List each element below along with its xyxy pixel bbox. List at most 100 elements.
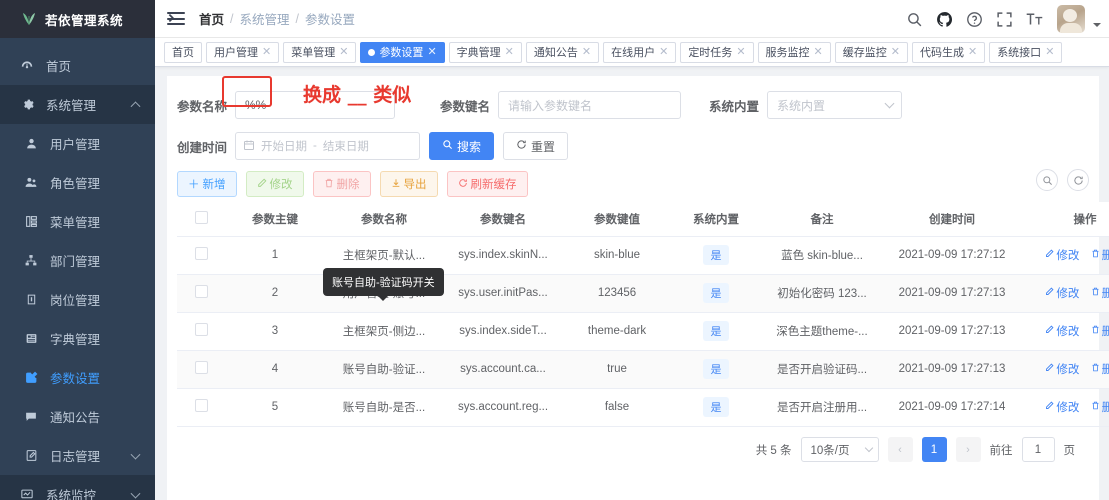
builtin-select[interactable]: 系统内置 — [767, 91, 903, 119]
sidebar-item-user-management[interactable]: 用户管理 — [0, 124, 155, 163]
breadcrumb-item-home[interactable]: 首页 — [199, 9, 224, 28]
page-size-select[interactable]: 10条/页 — [800, 437, 879, 462]
tag-user-management[interactable]: 用户管理 ✕ — [206, 41, 280, 63]
question-help-icon[interactable] — [966, 11, 983, 28]
github-icon[interactable] — [936, 11, 953, 28]
sidebar-item-dict-management[interactable]: 字典管理 — [0, 319, 155, 358]
close-icon[interactable]: ✕ — [891, 46, 900, 58]
font-size-icon[interactable] — [1026, 11, 1044, 27]
row-delete-label: 删除 — [1102, 247, 1109, 263]
export-button[interactable]: 导出 — [379, 171, 438, 197]
table-row[interactable]: 2 用户管理-账号... sys.user.initPas... 123456 … — [177, 274, 1109, 313]
reset-button[interactable]: 重置 — [503, 132, 569, 160]
row-checkbox[interactable] — [194, 323, 208, 336]
next-page-button[interactable]: › — [955, 437, 981, 462]
cell-builtin: 是 — [671, 312, 761, 351]
tag-code-generation[interactable]: 代码生成 ✕ — [911, 41, 986, 63]
close-icon[interactable]: ✕ — [1045, 46, 1054, 58]
sidebar-item-dept-management[interactable]: 部门管理 — [0, 241, 155, 280]
tag-menu-management[interactable]: 菜单管理 ✕ — [283, 41, 357, 63]
table-row[interactable]: 4 账号自助-验证... sys.account.ca... true 是 是否… — [177, 350, 1109, 389]
close-icon[interactable]: ✕ — [262, 46, 271, 58]
add-button[interactable]: ＋ 新增 — [177, 171, 237, 197]
message-icon — [22, 410, 40, 423]
fullscreen-icon[interactable] — [996, 11, 1013, 28]
row-delete-link[interactable]: 删除 — [1091, 323, 1109, 339]
sidebar-item-role-management[interactable]: 角色管理 — [0, 163, 155, 202]
close-icon[interactable]: ✕ — [736, 46, 745, 58]
sidebar-item-log-management[interactable]: 日志管理 — [0, 436, 155, 475]
row-checkbox[interactable] — [194, 399, 208, 412]
page-number-1[interactable]: 1 — [921, 437, 947, 462]
row-delete-link[interactable]: 删除 — [1091, 361, 1109, 377]
close-icon[interactable]: ✕ — [505, 46, 514, 58]
breadcrumb-item-param-settings[interactable]: 参数设置 — [305, 9, 355, 28]
sidebar-item-menu-management[interactable]: 菜单管理 — [0, 202, 155, 241]
sidebar-item-home[interactable]: 首页 — [0, 46, 155, 85]
hamburger-collapse-icon[interactable] — [165, 12, 185, 25]
close-icon[interactable]: ✕ — [582, 46, 591, 58]
cell-value: skin-blue — [563, 236, 671, 275]
user-icon — [22, 137, 40, 150]
sitemap-icon — [22, 254, 40, 267]
refresh-cache-button[interactable]: 刷新缓存 — [446, 171, 528, 197]
refresh-cache-button-label: 刷新缓存 — [470, 179, 517, 191]
search-icon[interactable] — [1036, 169, 1058, 191]
breadcrumb-item-system[interactable]: 系统管理 — [240, 9, 290, 28]
sidebar-item-system-monitor[interactable]: 系统监控 — [0, 475, 155, 500]
tag-home[interactable]: 首页 — [164, 41, 202, 63]
tag-scheduled-tasks[interactable]: 定时任务 ✕ — [680, 41, 754, 63]
row-delete-link[interactable]: 删除 — [1091, 247, 1109, 263]
close-icon[interactable]: ✕ — [339, 46, 348, 58]
tag-label: 用户管理 — [214, 47, 258, 59]
user-avatar[interactable] — [1057, 5, 1085, 33]
row-delete-link[interactable]: 删除 — [1091, 399, 1109, 415]
cell-operations: 修改 删除 — [1021, 236, 1109, 275]
table-row[interactable]: 5 账号自助-是否... sys.account.reg... false 是 … — [177, 388, 1109, 427]
search-icon[interactable] — [906, 11, 923, 28]
refresh-icon[interactable] — [1067, 169, 1089, 191]
row-edit-link[interactable]: 修改 — [1045, 247, 1079, 263]
row-edit-link[interactable]: 修改 — [1045, 361, 1079, 377]
row-delete-link[interactable]: 删除 — [1091, 285, 1109, 301]
tag-online-users[interactable]: 在线用户 ✕ — [603, 41, 677, 63]
sidebar-item-system-management[interactable]: 系统管理 — [0, 85, 155, 124]
sidebar-item-post-management[interactable]: 岗位管理 — [0, 280, 155, 319]
row-edit-link[interactable]: 修改 — [1045, 399, 1079, 415]
table-row[interactable]: 3 主框架页-侧边... sys.index.sideT... theme-da… — [177, 312, 1109, 351]
create-time-daterange[interactable]: 开始日期 - 结束日期 — [235, 132, 421, 160]
close-icon[interactable]: ✕ — [659, 46, 668, 58]
search-button[interactable]: 搜索 — [429, 132, 495, 160]
tag-notice[interactable]: 通知公告 ✕ — [525, 41, 600, 63]
chevron-down-icon[interactable] — [1093, 23, 1101, 27]
row-checkbox[interactable] — [194, 247, 208, 260]
sidebar-logo[interactable]: 若依管理系统 — [0, 0, 155, 38]
row-edit-link[interactable]: 修改 — [1045, 285, 1079, 301]
tag-label: 参数设置 — [379, 47, 424, 59]
delete-button[interactable]: 删除 — [312, 171, 371, 197]
chevron-down-icon — [130, 488, 141, 499]
cell-created: 2021-09-09 17:27:13 — [883, 350, 1021, 389]
param-name-input[interactable]: %% — [235, 91, 396, 119]
close-icon[interactable]: ✕ — [968, 46, 977, 58]
table-row[interactable]: 1 主框架页-默认... sys.index.skinN... skin-blu… — [177, 236, 1109, 275]
select-all-checkbox[interactable] — [194, 210, 208, 224]
sidebar-item-notice[interactable]: 通知公告 — [0, 397, 155, 436]
row-edit-link[interactable]: 修改 — [1045, 323, 1079, 339]
prev-page-button[interactable]: ‹ — [887, 437, 913, 462]
param-key-input[interactable]: 请输入参数键名 — [498, 91, 682, 119]
edit-button[interactable]: 修改 — [245, 171, 304, 197]
close-icon[interactable]: ✕ — [814, 46, 823, 58]
jump-unit-label: 页 — [1063, 444, 1076, 457]
close-icon[interactable]: ✕ — [427, 46, 436, 58]
jump-page-input[interactable]: 1 — [1021, 437, 1055, 462]
tag-dict-management[interactable]: 字典管理 ✕ — [448, 41, 522, 63]
tag-cache-monitor[interactable]: 缓存监控 ✕ — [834, 41, 908, 63]
tag-system-api[interactable]: 系统接口 ✕ — [989, 41, 1063, 63]
sidebar-item-param-settings[interactable]: 参数设置 — [0, 358, 155, 397]
tag-service-monitor[interactable]: 服务监控 ✕ — [757, 41, 831, 63]
row-checkbox[interactable] — [194, 285, 208, 298]
tag-param-settings[interactable]: 参数设置 ✕ — [360, 41, 445, 63]
row-checkbox[interactable] — [194, 361, 208, 374]
row-select-cell — [177, 274, 225, 313]
